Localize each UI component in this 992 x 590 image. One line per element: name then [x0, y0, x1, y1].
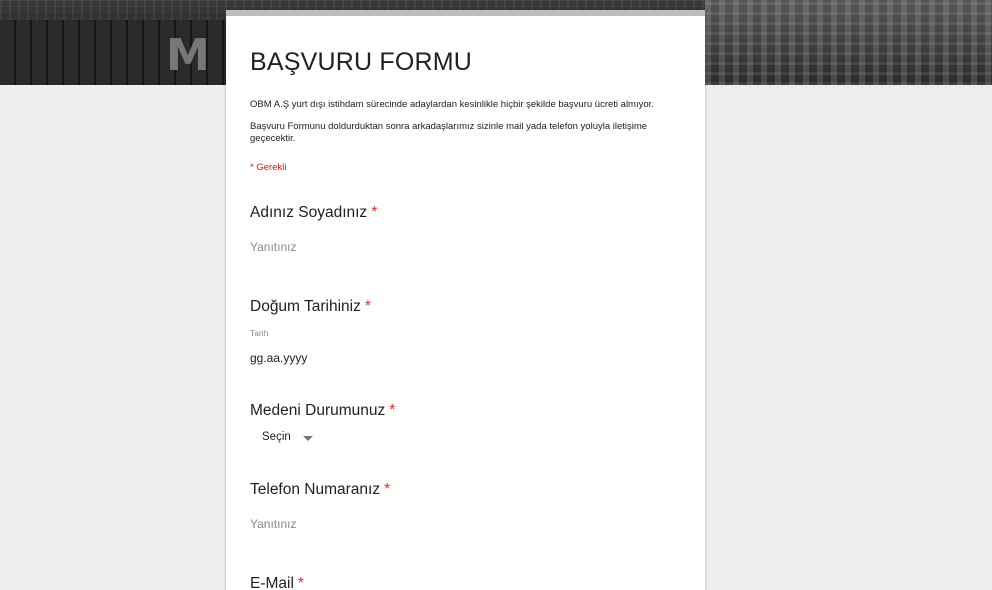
required-star: *: [297, 575, 304, 590]
required-star: *: [389, 402, 396, 419]
banner-image-right: [705, 0, 992, 85]
select-value: Seçin: [262, 431, 291, 443]
question-marital-label: Medeni Durumunuz *: [250, 402, 395, 420]
form-title: BAŞVURU FORMU: [250, 48, 473, 76]
question-phone-label: Telefon Numaranız *: [250, 481, 390, 499]
form-description-1: OBM A.Ş yurt dışı istihdam sürecinde ada…: [250, 99, 654, 110]
question-label-text: Telefon Numaranız: [250, 481, 381, 498]
question-birthdate-label: Doğum Tarihiniz *: [250, 298, 371, 316]
birthdate-input[interactable]: gg.aa.yyyy: [250, 351, 307, 365]
phone-input[interactable]: Yanıtınız: [250, 517, 296, 531]
question-email-label: E-Mail *: [250, 575, 304, 590]
question-label-text: E-Mail: [250, 575, 294, 590]
required-star: *: [364, 298, 371, 315]
form-card: BAŞVURU FORMU OBM A.Ş yurt dışı istihdam…: [226, 10, 705, 590]
form-description-2: Başvuru Formunu doldurduktan sonra arkad…: [250, 121, 648, 144]
date-sublabel: Tarih: [250, 328, 269, 338]
required-star: *: [384, 481, 391, 498]
marital-status-select[interactable]: Seçin: [262, 428, 313, 446]
banner-logo-letter: M: [166, 30, 210, 81]
question-label-text: Medeni Durumunuz: [250, 402, 386, 419]
question-label-text: Doğum Tarihiniz: [250, 298, 361, 315]
question-name-label: Adınız Soyadınız *: [250, 204, 377, 222]
name-input[interactable]: Yanıtınız: [250, 240, 296, 254]
question-label-text: Adınız Soyadınız: [250, 204, 368, 221]
required-star: *: [371, 204, 378, 221]
required-note: * Gerekli: [250, 162, 287, 173]
dropdown-caret-icon: [302, 435, 313, 441]
